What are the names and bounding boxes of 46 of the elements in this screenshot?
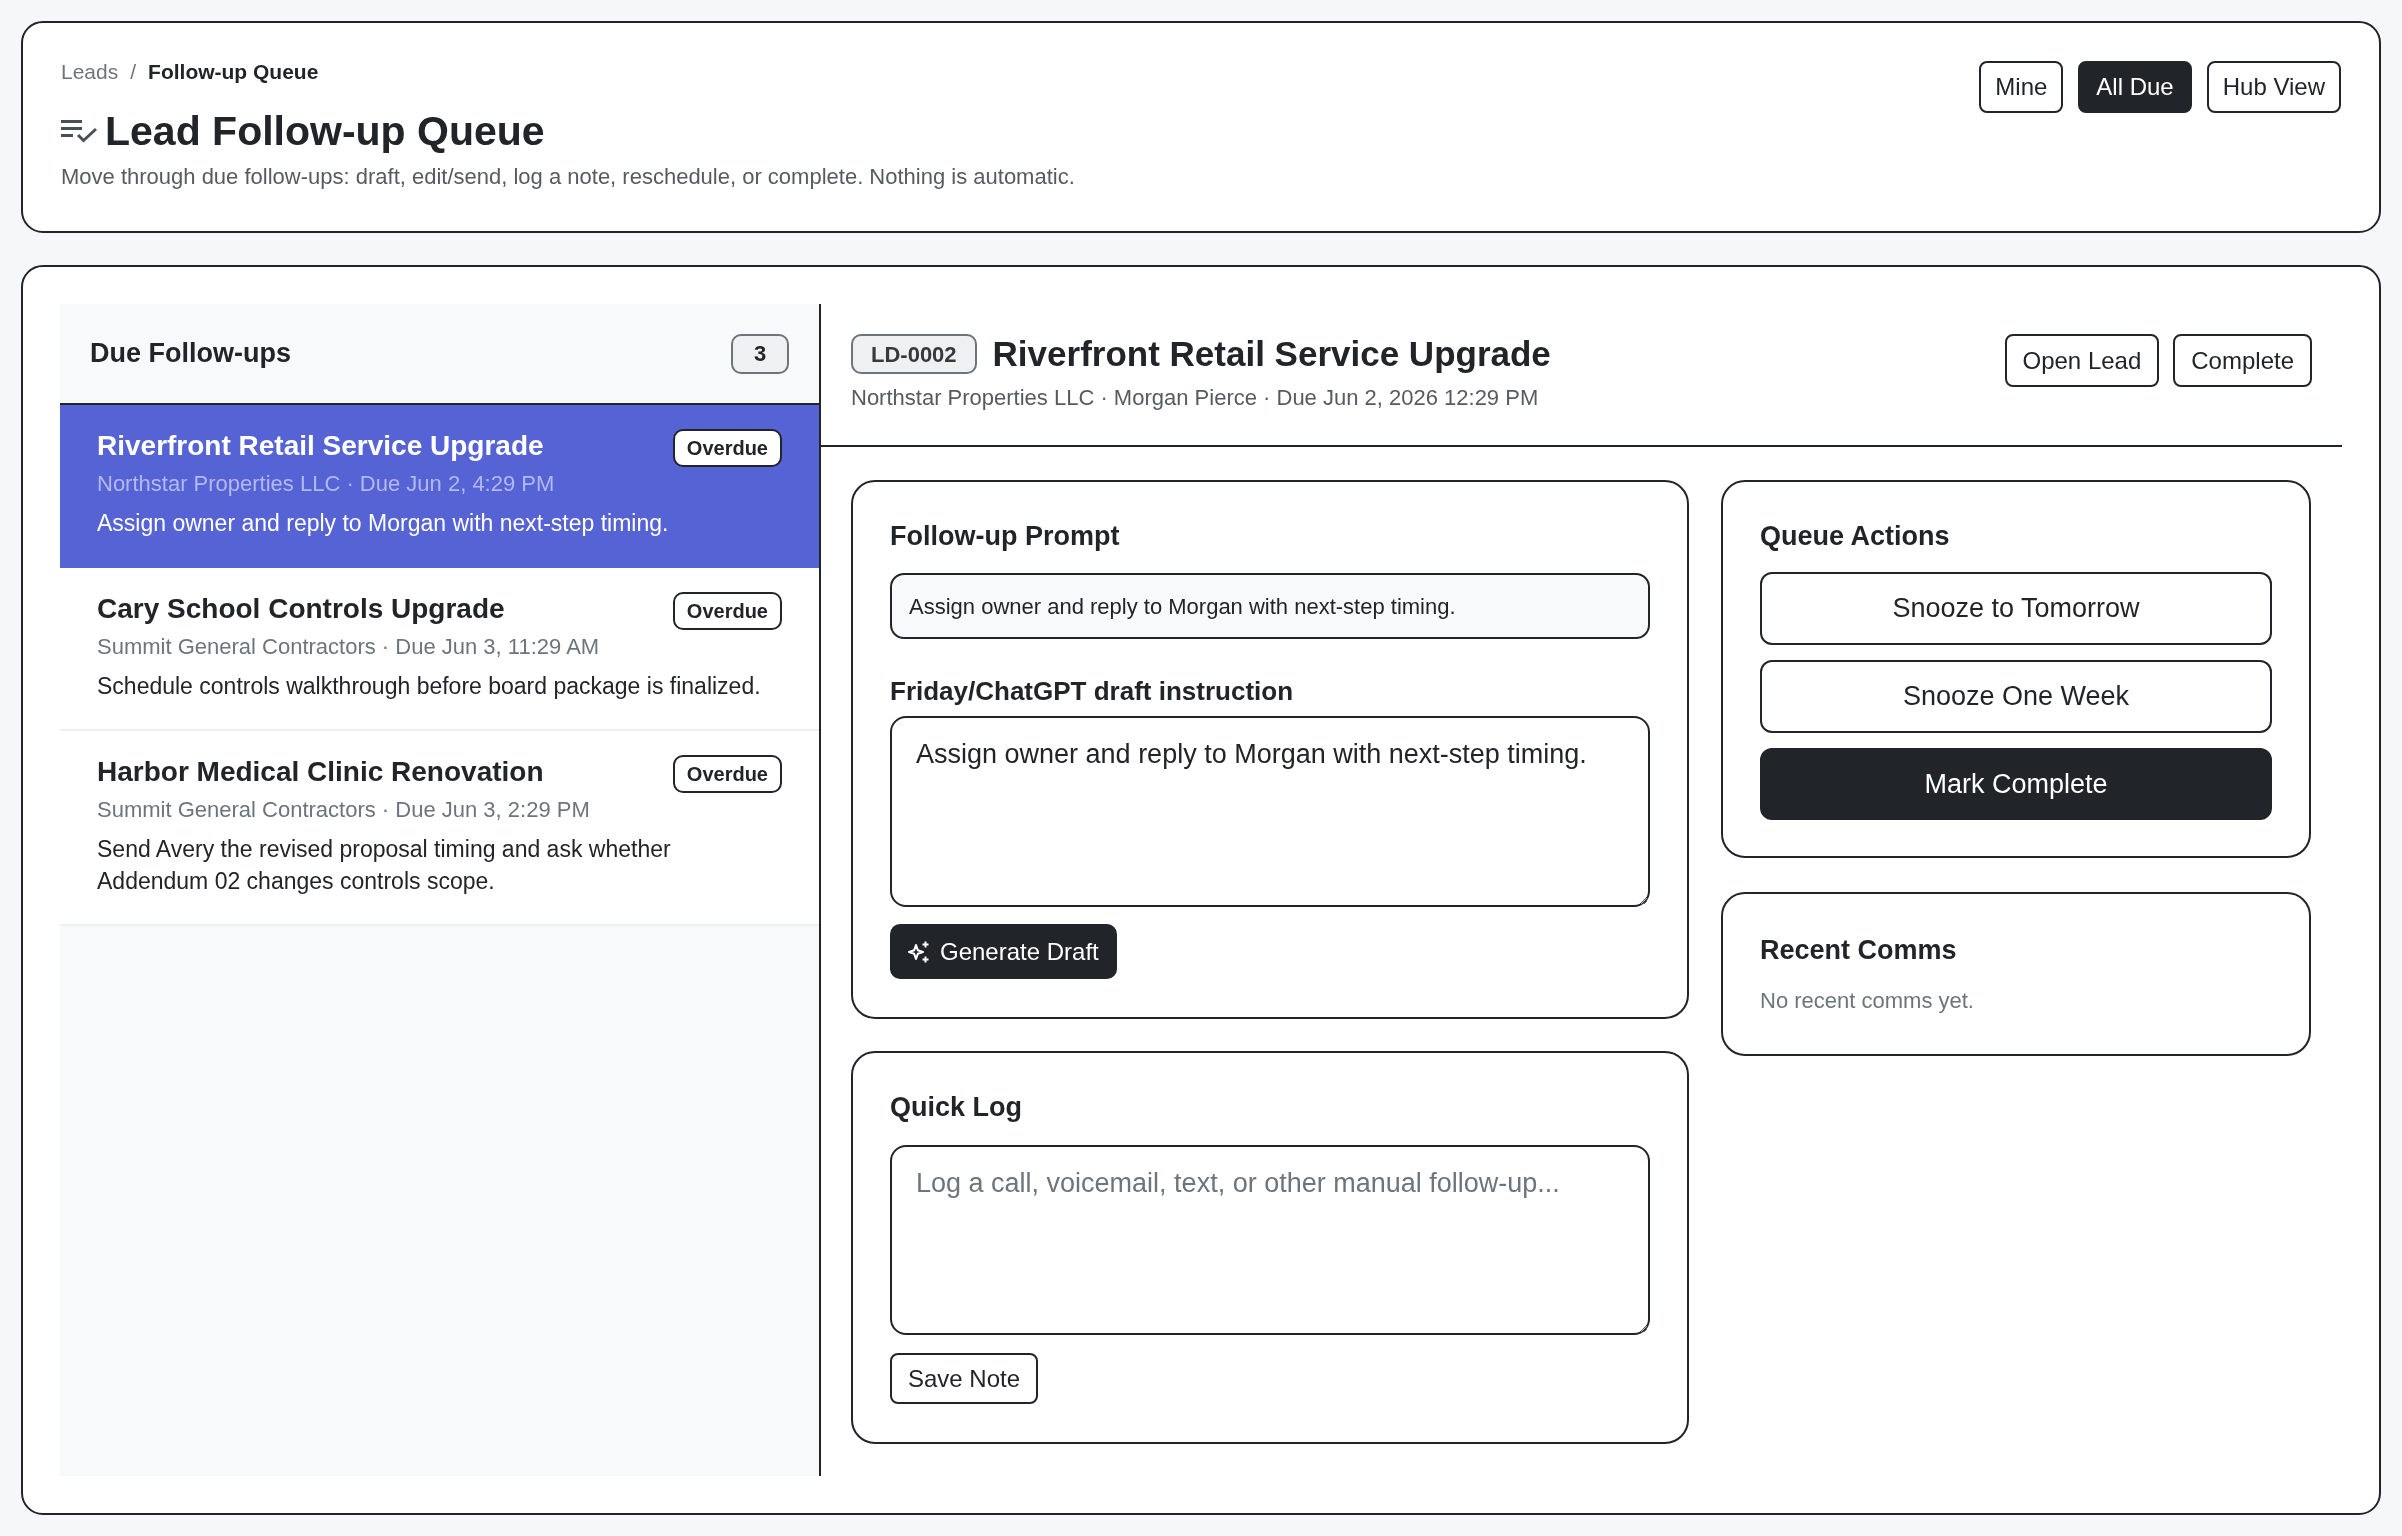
card-title: Quick Log [890,1091,1023,1124]
list-check-icon [61,119,97,143]
generate-draft-button[interactable]: Generate Draft [890,924,1117,979]
status-badge: Overdue [672,755,782,793]
queue-item[interactable]: Riverfront Retail Service Upgrade Overdue Northstar Properties LLC · Due Jun 2, 4:29 PM Assign owner and reply to Morgan with next-step timing. [60,405,819,568]
card-title: Queue Actions [1760,520,1951,553]
item-note: Schedule controls walkthrough before board package is finalized. [97,672,762,701]
queue-action-button[interactable]: Snooze to Tomorrow [1760,572,2272,645]
page-subtitle: Move through due follow-ups: draft, edit/send, log a note, reschedule, or complete. Nothing is automatic. [61,163,1075,191]
lead-title: Riverfront Retail Service Upgrade [992,334,1551,374]
status-badge: Overdue [672,429,782,467]
item-note: Assign owner and reply to Morgan with next-step timing. [97,509,670,538]
breadcrumb-separator: / [130,59,137,86]
header-action-button[interactable]: Open Lead [2004,334,2160,387]
draft-instruction-field[interactable]: Assign owner and reply to Morgan with next-step timing. [890,716,1650,907]
item-title: Cary School Controls Upgrade [97,592,505,626]
quick-log-field[interactable]: Log a call, voicemail, text, or other manual follow-up... [890,1145,1650,1335]
breadcrumb-link[interactable]: Follow-up Queue [148,56,319,88]
item-title: Riverfront Retail Service Upgrade [97,429,544,463]
card-title: Follow-up Prompt [890,520,1121,553]
field-label: Friday/ChatGPT draft instruction [890,675,1295,707]
count-badge: 3 [731,333,789,374]
queue-item[interactable]: Harbor Medical Clinic Renovation Overdue Summit General Contractors · Due Jun 3, 2:29 PM Send Avery the revised proposal timing and ask whether Addendum 02 changes controls scope. [60,731,819,926]
item-meta: Summit General Contractors · Due Jun 3, 11:29 AM [97,634,600,659]
header-action-button[interactable]: Complete [2173,334,2312,387]
view-tab[interactable]: All Due [2078,61,2192,113]
page-title: Lead Follow-up Queue [105,107,545,155]
queue-action-button[interactable]: Mark Complete [1760,748,2272,820]
queue-title: Due Follow-ups [90,337,291,371]
card-title: Recent Comms [1760,934,1958,967]
status-badge: Overdue [672,592,782,630]
lead-meta: Northstar Properties LLC · Morgan Pierce · Due Jun 2, 2026 12:29 PM [851,384,1540,412]
lead-id-badge: LD-0002 [851,334,977,374]
sparkle-icon [908,940,930,963]
save-note-button[interactable]: Save Note [890,1353,1039,1404]
empty-state-text: No recent comms yet. [1760,987,1975,1015]
item-title: Harbor Medical Clinic Renovation [97,755,544,789]
item-note: Send Avery the revised proposal timing and ask whether Addendum 02 changes controls scope. [97,835,672,896]
breadcrumb-link[interactable]: Leads [61,56,119,88]
queue-item[interactable]: Cary School Controls Upgrade Overdue Summit General Contractors · Due Jun 3, 11:29 AM Schedule controls walkthrough before board package is finalized. [60,568,819,731]
queue-action-button[interactable]: Snooze One Week [1760,660,2272,733]
view-tab[interactable]: Mine [1979,61,2064,113]
prompt-text: Assign owner and reply to Morgan with next-step timing. [890,573,1650,639]
item-meta: Northstar Properties LLC · Due Jun 2, 4:29 PM [97,471,555,496]
view-tab[interactable]: Hub View [2206,61,2341,113]
item-meta: Summit General Contractors · Due Jun 3, 2:29 PM [97,797,590,822]
